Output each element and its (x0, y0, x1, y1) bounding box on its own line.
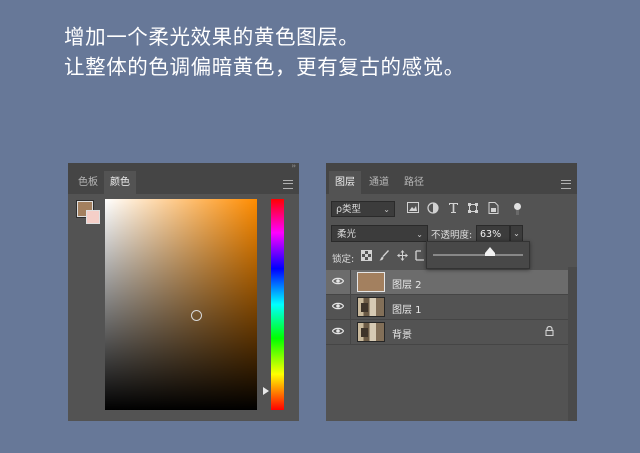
layers-panel-menu-icon[interactable] (561, 180, 571, 189)
tab-swatches[interactable]: 色板 (72, 171, 104, 194)
opacity-slider-handle-base[interactable] (484, 253, 495, 256)
layer-name: 图层 2 (392, 280, 422, 291)
lock-label: 锁定: (332, 254, 355, 265)
layer-row[interactable]: 背景 (326, 320, 568, 345)
layer-thumbnail (357, 297, 385, 317)
shape-filter-icon[interactable] (466, 202, 480, 216)
chevron-down-icon: ⌄ (383, 205, 390, 214)
layer-thumbnail (357, 272, 385, 292)
hue-slider-marker[interactable] (263, 387, 269, 395)
layers-panel-tabs: 图层 通道 路径 (326, 171, 577, 194)
opacity-input[interactable]: 63% (476, 225, 510, 242)
panel-dock-strip: ›› (68, 162, 299, 171)
layers-scrollbar[interactable] (568, 267, 577, 421)
color-panel-menu-icon[interactable] (283, 180, 293, 189)
color-panel-tabs: 色板 颜色 (68, 171, 299, 194)
adjustment-filter-icon[interactable] (426, 202, 440, 216)
opacity-label: 不透明度: (431, 230, 473, 241)
layer-name: 背景 (392, 330, 412, 341)
tab-color[interactable]: 颜色 (104, 171, 136, 194)
opacity-slider-popup[interactable] (426, 241, 530, 269)
saturation-brightness-field[interactable] (105, 199, 257, 410)
hue-slider[interactable] (271, 199, 284, 410)
layer-row[interactable]: 图层 1 (326, 295, 568, 320)
color-picker-cursor[interactable] (191, 310, 202, 321)
opacity-dropdown-button[interactable]: ⌄ (510, 225, 523, 242)
lock-transparency-icon[interactable] (360, 250, 373, 263)
image-filter-icon[interactable] (406, 202, 420, 216)
filter-toggle-icon[interactable] (514, 203, 521, 210)
smart-object-filter-icon[interactable] (486, 202, 500, 216)
caption-line-1: 增加一个柔光效果的黄色图层。 (64, 25, 360, 49)
tab-channels[interactable]: 通道 (363, 171, 395, 194)
tab-layers[interactable]: 图层 (329, 171, 361, 194)
panel-dock-strip (326, 163, 577, 171)
blend-mode-value: 柔光 (337, 229, 357, 240)
tab-paths[interactable]: 路径 (398, 171, 430, 194)
caption: 增加一个柔光效果的黄色图层。 让整体的色调偏暗黄色，更有复古的感觉。 (64, 22, 465, 82)
collapse-panels-icon[interactable]: ›› (291, 162, 296, 170)
chevron-down-icon: ⌄ (416, 230, 423, 239)
filter-type-value: ρ类型 (336, 204, 362, 215)
type-filter-icon[interactable] (446, 202, 460, 216)
lock-position-move-icon[interactable] (396, 250, 409, 263)
lock-icon (545, 325, 554, 337)
visibility-toggle[interactable] (326, 295, 351, 319)
lock-pixels-brush-icon[interactable] (378, 250, 391, 263)
layer-filter-row: ρ类型 ⌄ (326, 199, 577, 221)
opacity-slider-track[interactable] (433, 254, 523, 256)
layer-thumbnail (357, 322, 385, 342)
filter-type-select[interactable]: ρ类型 ⌄ (331, 201, 395, 217)
eye-icon[interactable] (331, 326, 345, 338)
color-panel: ›› 色板 颜色 (68, 162, 299, 421)
layers-panel: 图层 通道 路径 ρ类型 ⌄ 柔光 ⌄ 不透明度: 63% ⌄ 锁定: 图层 2… (326, 163, 577, 421)
visibility-toggle[interactable] (326, 270, 351, 294)
caption-line-2: 让整体的色调偏暗黄色，更有复古的感觉。 (64, 55, 465, 79)
layer-row[interactable]: 图层 2 (326, 270, 568, 295)
layer-name: 图层 1 (392, 305, 422, 316)
background-color-swatch[interactable] (86, 210, 100, 224)
blend-mode-select[interactable]: 柔光 ⌄ (331, 225, 428, 242)
filter-toggle-stem (516, 210, 519, 215)
chevron-down-icon: ⌄ (513, 229, 520, 238)
visibility-toggle[interactable] (326, 320, 351, 344)
eye-icon[interactable] (331, 276, 345, 288)
eye-icon[interactable] (331, 301, 345, 313)
